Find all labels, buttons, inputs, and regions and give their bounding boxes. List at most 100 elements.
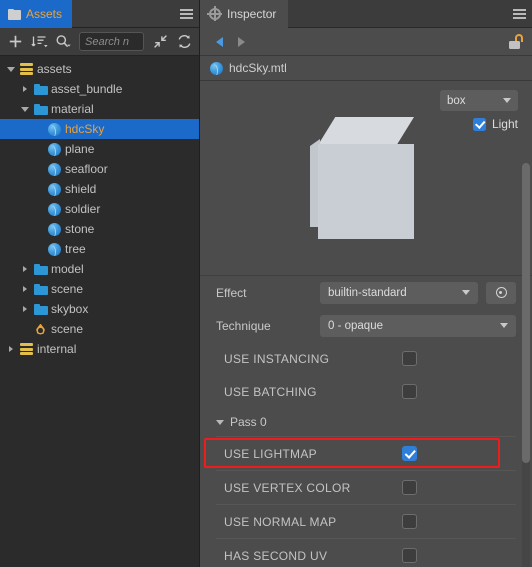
flag-label: USE VERTEX COLOR (224, 480, 351, 495)
tree-item-tree[interactable]: tree (0, 239, 199, 259)
tree-item-label: soldier (65, 202, 101, 216)
back-button[interactable] (208, 31, 230, 53)
tree-item-label: stone (65, 222, 95, 236)
pass-section-header[interactable]: Pass 0 (200, 408, 532, 436)
preview-cube (310, 117, 422, 239)
refresh-icon (178, 35, 190, 48)
add-asset-button[interactable] (4, 31, 26, 53)
material-icon (48, 142, 61, 156)
scene-icon (35, 323, 46, 336)
assets-menu-button[interactable] (173, 0, 199, 27)
tree-item-asset-bundle[interactable]: asset_bundle (0, 79, 199, 99)
tree-item-plane[interactable]: plane (0, 139, 199, 159)
preview-light-toggle[interactable]: Light (472, 117, 518, 131)
tree-item-assets[interactable]: assets (0, 59, 199, 79)
inspector-menu-button[interactable] (506, 0, 532, 27)
flag-checkbox[interactable] (402, 514, 417, 529)
folder-icon (33, 263, 48, 275)
tree-twisty[interactable] (4, 346, 18, 352)
property-value: builtin-standard (328, 286, 407, 299)
tree-item-skybox[interactable]: skybox (0, 299, 199, 319)
back-arrow-icon (215, 36, 223, 47)
tree-twisty[interactable] (18, 306, 32, 312)
inspector-body: box Light Effect builtin-standard Techniqu… (200, 81, 532, 567)
tree-item-scene[interactable]: scene (0, 319, 199, 339)
tree-twisty[interactable] (4, 66, 18, 72)
hamburger-line (512, 16, 526, 19)
flag-row: USE LIGHTMAP (200, 437, 532, 470)
tree-item-hdcsky[interactable]: hdcSky (0, 119, 199, 139)
assets-toolbar (0, 28, 199, 56)
property-row: Effect builtin-standard (200, 276, 532, 309)
assets-tabbar: Assets (0, 0, 199, 28)
tree-twisty[interactable] (18, 266, 32, 272)
flag-checkbox[interactable] (402, 480, 417, 495)
asset-tree[interactable]: assets asset_bundle material hdcSky plane sea… (0, 56, 199, 567)
collapse-all-button[interactable] (149, 31, 171, 53)
tree-item-material[interactable]: material (0, 99, 199, 119)
sort-icon (30, 36, 48, 48)
hamburger-line (512, 12, 526, 15)
flag-checkbox[interactable] (402, 548, 417, 563)
flag-row: USE BATCHING (200, 375, 532, 408)
tree-item-scene[interactable]: scene (0, 279, 199, 299)
flag-checkbox[interactable] (402, 384, 417, 399)
folder-icon (33, 283, 48, 295)
chevron-down-icon (503, 98, 511, 103)
flag-label: USE INSTANCING (224, 351, 330, 366)
tree-twisty[interactable] (18, 286, 32, 292)
property-label: Technique (216, 318, 271, 333)
tree-item-shield[interactable]: shield (0, 179, 199, 199)
sort-assets-button[interactable] (28, 31, 50, 53)
material-icon (48, 182, 61, 196)
flag-label: HAS SECOND UV (224, 548, 328, 563)
forward-arrow-icon (237, 36, 245, 47)
tree-item-label: internal (37, 342, 77, 356)
search-input[interactable] (85, 35, 138, 48)
flag-checkbox[interactable] (402, 351, 417, 366)
flag-label: USE BATCHING (224, 384, 317, 399)
collapse-all-icon (153, 35, 167, 48)
tree-item-seafloor[interactable]: seafloor (0, 159, 199, 179)
inspector-scrollbar-thumb[interactable] (522, 163, 530, 463)
pass-label: Pass 0 (230, 415, 267, 429)
tree-item-model[interactable]: model (0, 259, 199, 279)
editor-window: Assets Search n assets asset_bundle mate… (0, 0, 532, 567)
property-select[interactable]: builtin-standard (320, 281, 478, 304)
refresh-button[interactable] (173, 31, 195, 53)
tree-twisty[interactable] (18, 86, 32, 92)
tab-inspector[interactable]: Inspector (200, 0, 289, 28)
flag-checkbox[interactable] (402, 446, 417, 461)
lock-toggle-button[interactable] (508, 34, 524, 49)
lock-body (509, 41, 520, 49)
search-input-wrap[interactable] (79, 32, 144, 51)
database-icon (20, 63, 33, 75)
flag-row: USE VERTEX COLOR (200, 471, 532, 504)
tree-twisty[interactable] (18, 106, 32, 112)
assets-tabbar-filler (72, 0, 173, 27)
flag-row: USE NORMAL MAP (200, 505, 532, 538)
preview-shape-dropdown[interactable]: box (440, 90, 518, 111)
tab-assets-label: Assets (26, 7, 63, 21)
light-checkbox[interactable] (472, 117, 486, 131)
flag-row: USE INSTANCING (200, 342, 532, 375)
property-row: Technique 0 - opaque (200, 309, 532, 342)
chevron-down-icon (500, 323, 508, 328)
tab-assets[interactable]: Assets (0, 0, 73, 28)
inspector-panel: Inspector hdcSky.mtl box Light Effect bu… (200, 0, 532, 567)
inspector-scrollbar[interactable] (522, 163, 530, 567)
forward-button[interactable] (230, 31, 252, 53)
tree-item-label: tree (65, 242, 86, 256)
material-properties: Effect builtin-standard Technique 0 - opaqu… (200, 276, 532, 567)
search-filter-button[interactable] (52, 31, 74, 53)
tree-item-stone[interactable]: stone (0, 219, 199, 239)
material-preview[interactable]: box Light (200, 81, 532, 276)
search-filter-icon (56, 35, 71, 48)
chevron-down-icon (216, 419, 224, 425)
locate-effect-button[interactable] (486, 281, 516, 304)
property-select[interactable]: 0 - opaque (320, 314, 516, 337)
tree-item-internal[interactable]: internal (0, 339, 199, 359)
folder-icon (33, 103, 48, 115)
material-icon (48, 242, 61, 256)
tree-item-soldier[interactable]: soldier (0, 199, 199, 219)
